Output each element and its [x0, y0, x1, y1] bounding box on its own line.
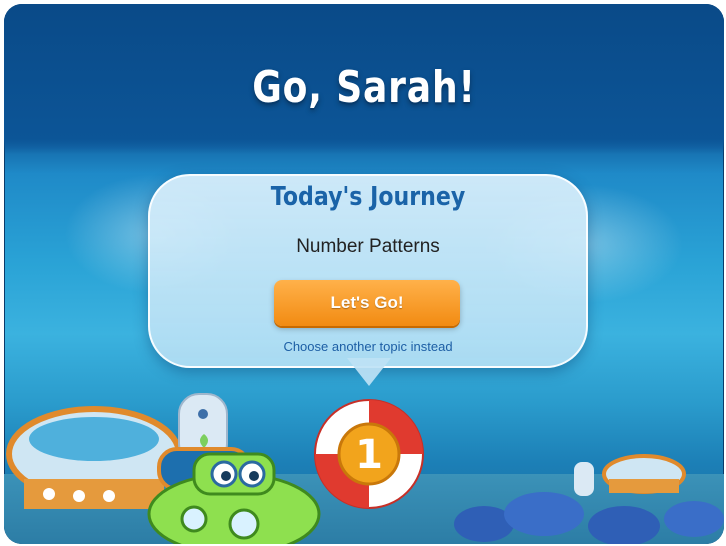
lets-go-button[interactable]: Let's Go!: [274, 280, 460, 326]
life-ring-icon[interactable]: 1: [309, 394, 429, 514]
game-scene: Go, Sarah! Today's Journey Number Patter…: [4, 4, 724, 544]
life-ring-graphic: 1: [314, 399, 424, 509]
choose-topic-link[interactable]: Choose another topic instead: [150, 339, 586, 354]
page-title: Go, Sarah!: [252, 62, 476, 113]
journey-panel: Today's Journey Number Patterns Let's Go…: [148, 174, 588, 368]
step-number: 1: [355, 432, 383, 478]
submarine-icon: [147, 452, 321, 544]
seabed-rocks: [454, 492, 724, 544]
topic-name: Number Patterns: [296, 236, 440, 257]
journey-heading: Today's Journey: [270, 182, 466, 212]
bubble-tail: [347, 358, 391, 386]
